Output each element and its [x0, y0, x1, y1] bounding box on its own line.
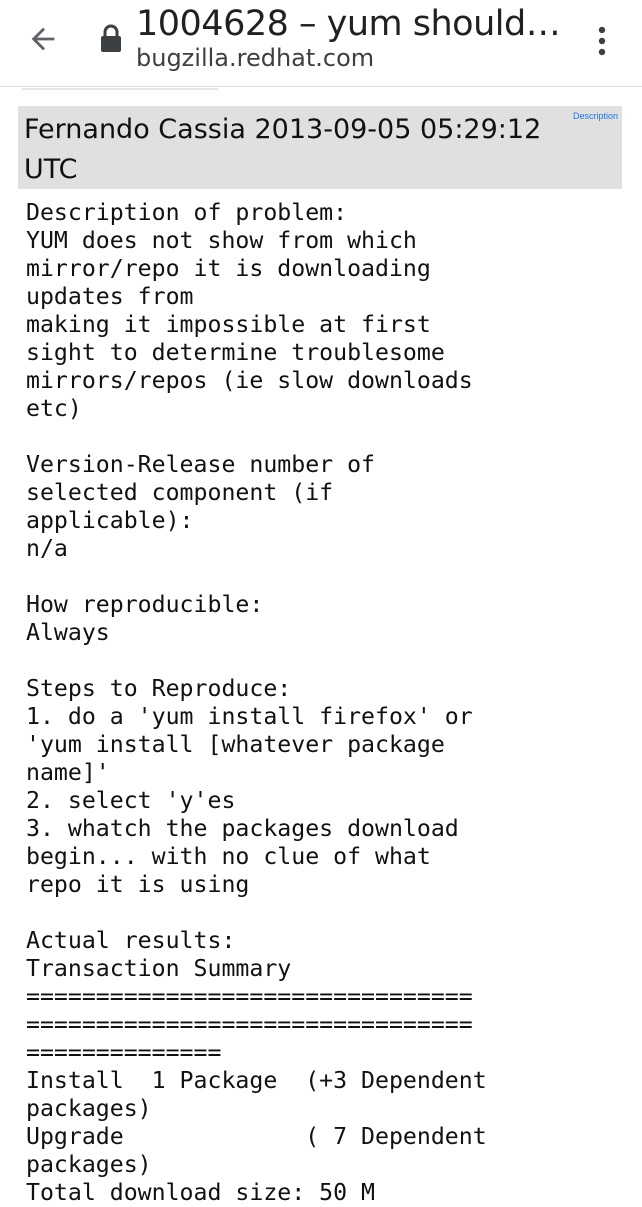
comment-line: applicable):: [26, 507, 194, 534]
comment-line: mirrors/repos (ie slow downloads: [26, 367, 473, 394]
comment-line: mirror/repo it is downloading: [26, 255, 431, 282]
comment-line: 2. select 'y'es: [26, 787, 236, 814]
comment-line: updates from: [26, 283, 194, 310]
comment-author-line: Fernando Cassia 2013-09-05 05:29:12 UTC: [24, 110, 569, 190]
comment-line: selected component (if: [26, 479, 334, 506]
comment-line: Actual results:: [26, 927, 236, 954]
comment-line: packages): [26, 1151, 152, 1178]
comment-line: repo it is using: [26, 871, 250, 898]
lock-icon: [98, 24, 124, 54]
comment-line: etc): [26, 395, 82, 422]
description-link[interactable]: Description: [573, 111, 618, 121]
comment-header: Fernando Cassia 2013-09-05 05:29:12 UTC …: [18, 106, 622, 189]
comment-timestamp: 2013-09-05 05:29:12: [254, 114, 542, 145]
comment-line: name]': [26, 759, 110, 786]
comment-timezone: UTC: [24, 154, 78, 185]
comment-line: ================================: [26, 1011, 473, 1038]
comment-line: 'yum install [whatever package: [26, 731, 445, 758]
comment-line: n/a: [26, 535, 68, 562]
comment-line: Install 1 Package (+3 Dependent: [26, 1067, 487, 1094]
comment-line: Transaction Summary: [26, 955, 292, 982]
comment-line: Total download size: 50 M: [26, 1179, 376, 1206]
more-vert-icon: [598, 26, 606, 56]
comment-author: Fernando Cassia: [24, 114, 246, 145]
comment-line: begin... with no clue of what: [26, 843, 431, 870]
scroll-indicator: [22, 88, 218, 90]
overflow-menu-button[interactable]: [584, 16, 620, 66]
address-box[interactable]: 1004628 – yum should ... bugzilla.redhat…: [136, 2, 566, 72]
comment-line: Steps to Reproduce:: [26, 675, 292, 702]
browser-toolbar: 1004628 – yum should ... bugzilla.redhat…: [0, 0, 642, 87]
back-button[interactable]: [18, 14, 68, 64]
comment-text: Description of problem: YUM does not sho…: [26, 199, 626, 1207]
comment-line: ================================: [26, 983, 473, 1010]
comment-line: Version-Release number of: [26, 451, 376, 478]
comment-line: Upgrade ( 7 Dependent: [26, 1123, 487, 1150]
comment-line: ==============: [26, 1039, 222, 1066]
comment-line: 1. do a 'yum install firefox' or: [26, 703, 473, 730]
comment-line: Description of problem:: [26, 199, 348, 226]
comment-line: How reproducible:: [26, 591, 264, 618]
arrow-back-icon: [31, 27, 55, 51]
comment-line: packages): [26, 1095, 152, 1122]
comment-line: sight to determine troublesome: [26, 339, 445, 366]
comment-line: making it impossible at first: [26, 311, 431, 338]
page-url: bugzilla.redhat.com: [136, 44, 375, 72]
comment-line: Always: [26, 619, 110, 646]
page-title: 1004628 – yum should ...: [136, 4, 566, 44]
comment-line: YUM does not show from which: [26, 227, 417, 254]
comment-line: 3. whatch the packages download: [26, 815, 459, 842]
